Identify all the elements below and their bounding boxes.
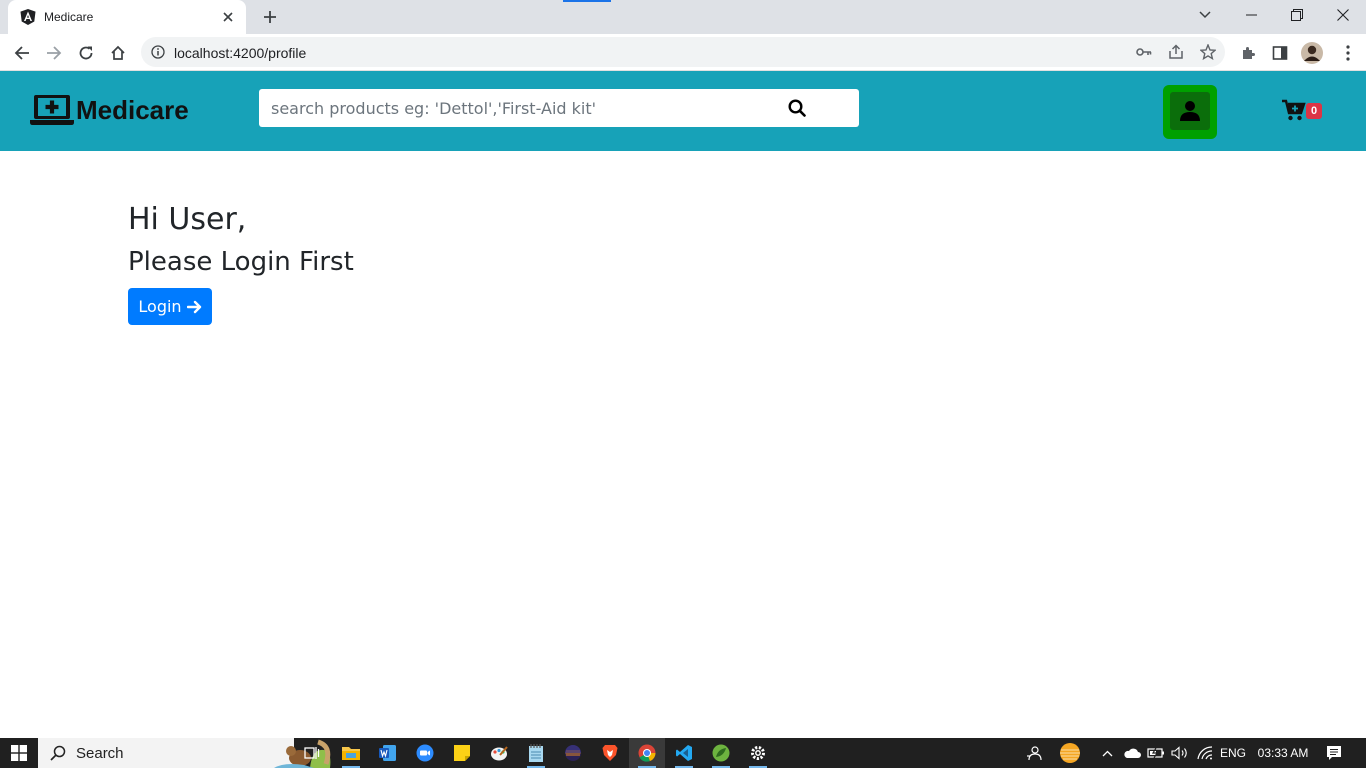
search-bar — [259, 89, 859, 127]
address-bar[interactable]: localhost:4200/profile — [141, 37, 1225, 67]
side-panel-icon[interactable] — [1266, 39, 1294, 67]
spring-tool-suite-icon[interactable] — [703, 738, 739, 768]
share-icon[interactable] — [1167, 43, 1185, 61]
home-icon[interactable] — [104, 39, 132, 67]
brand-link[interactable]: Medicare — [30, 93, 189, 127]
taskbar-search-box[interactable]: Search — [38, 738, 331, 768]
profile-avatar-icon[interactable] — [1298, 39, 1326, 67]
cart-count-badge: 0 — [1306, 103, 1322, 119]
laptop-medical-icon — [30, 95, 74, 125]
login-prompt-heading: Please Login First — [128, 247, 354, 277]
show-hidden-icons-chevron-icon[interactable] — [1098, 738, 1116, 768]
site-info-icon[interactable] — [150, 44, 166, 60]
people-icon[interactable] — [1020, 738, 1048, 768]
extensions-puzzle-icon[interactable] — [1234, 39, 1262, 67]
volume-icon[interactable] — [1169, 738, 1191, 768]
search-icon[interactable] — [787, 98, 807, 118]
file-explorer-icon[interactable] — [333, 738, 369, 768]
onedrive-cloud-icon[interactable] — [1121, 738, 1143, 768]
browser-toolbar: localhost:4200/profile — [0, 34, 1366, 71]
tab-search-chevron-icon[interactable] — [1182, 0, 1228, 30]
app-navbar: Medicare 0 — [0, 71, 1366, 151]
notifications-icon[interactable] — [1320, 738, 1348, 768]
notepad-icon[interactable] — [518, 738, 554, 768]
vscode-icon[interactable] — [666, 738, 702, 768]
settings-gear-icon[interactable] — [740, 738, 776, 768]
tab-close-icon[interactable] — [220, 9, 236, 25]
task-view-icon[interactable] — [294, 738, 330, 768]
tab-search-indicator — [563, 0, 611, 2]
bookmark-star-icon[interactable] — [1199, 43, 1217, 61]
back-icon[interactable] — [8, 39, 36, 67]
greeting-heading: Hi User, — [128, 202, 247, 237]
close-window-icon[interactable] — [1320, 0, 1366, 30]
microsoft-word-icon[interactable] — [370, 738, 406, 768]
language-indicator[interactable]: ENG — [1218, 738, 1248, 768]
password-key-icon[interactable] — [1135, 43, 1153, 61]
chrome-icon[interactable] — [629, 738, 665, 768]
battery-icon[interactable] — [1145, 738, 1167, 768]
eclipse-icon[interactable] — [555, 738, 591, 768]
taskbar-search-icon — [50, 745, 66, 761]
browser-tab-strip: Medicare — [0, 0, 1366, 34]
taskbar-clock[interactable]: 03:33 AM — [1252, 738, 1314, 768]
reload-icon[interactable] — [72, 39, 100, 67]
brand-name: Medicare — [76, 94, 189, 125]
windows-taskbar: Search ENG 03:33 AM — [0, 738, 1366, 768]
search-input[interactable] — [259, 89, 779, 127]
new-tab-icon[interactable] — [258, 6, 282, 28]
taskbar-search-label: Search — [76, 744, 124, 762]
tab-title: Medicare — [44, 10, 94, 24]
cart-button[interactable]: 0 — [1282, 99, 1322, 126]
login-button-label: Login — [138, 297, 182, 316]
browser-menu-icon[interactable] — [1334, 39, 1362, 67]
forward-icon[interactable] — [40, 39, 68, 67]
wifi-icon[interactable] — [1194, 738, 1216, 768]
url-text: localhost:4200/profile — [174, 45, 307, 61]
arrow-right-icon — [186, 300, 201, 313]
user-icon — [1170, 92, 1210, 130]
brave-browser-icon[interactable] — [592, 738, 628, 768]
profile-main: Hi User, Please Login First Login — [128, 200, 354, 325]
angular-favicon-icon — [20, 9, 36, 25]
browser-tab[interactable]: Medicare — [8, 0, 246, 34]
paint-icon[interactable] — [481, 738, 517, 768]
minimize-icon[interactable] — [1228, 0, 1274, 30]
shopping-cart-icon — [1282, 99, 1306, 121]
windows-start-icon[interactable] — [0, 738, 37, 768]
sticky-notes-icon[interactable] — [444, 738, 480, 768]
weather-icon[interactable] — [1052, 738, 1088, 768]
profile-button[interactable] — [1163, 85, 1217, 139]
login-button[interactable]: Login — [128, 288, 212, 325]
zoom-icon[interactable] — [407, 738, 443, 768]
restore-icon[interactable] — [1274, 0, 1320, 30]
